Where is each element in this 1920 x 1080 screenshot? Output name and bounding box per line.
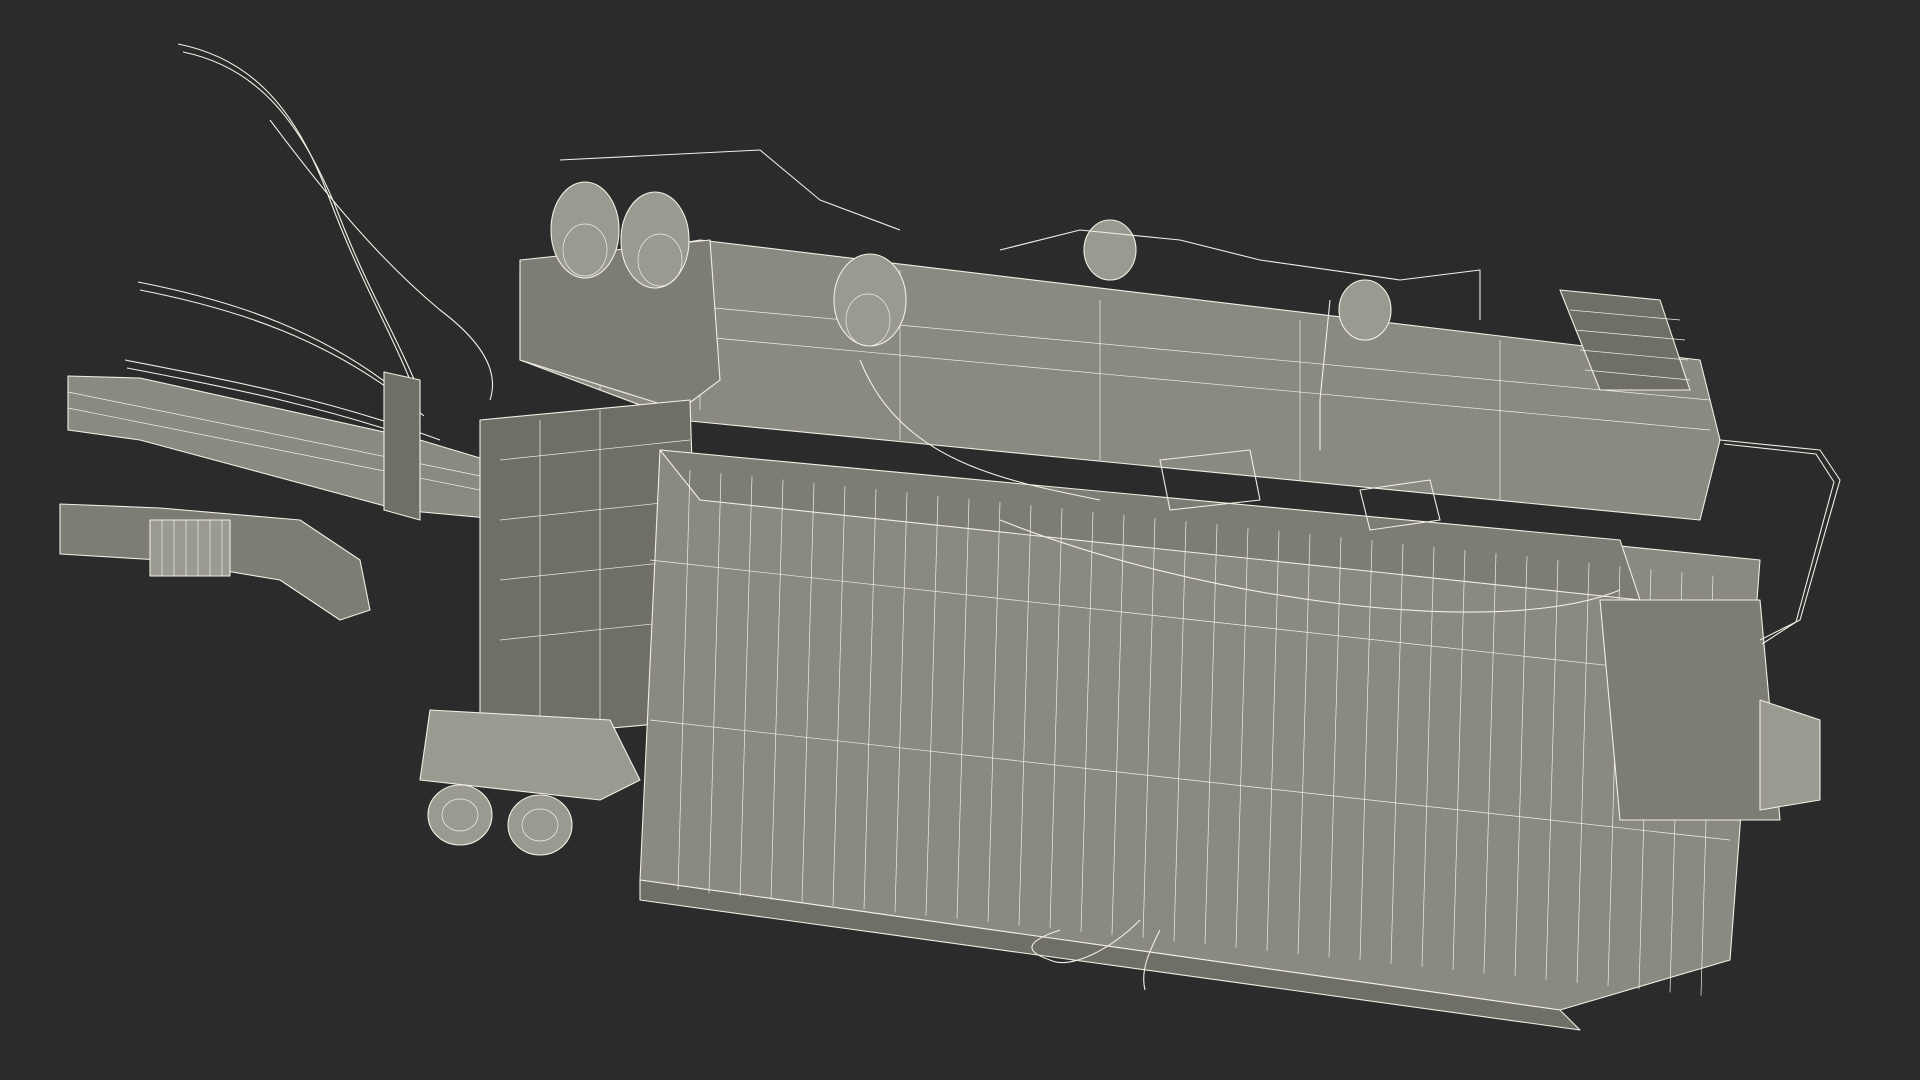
wireframe-model [59, 43, 1841, 1031]
battery-stack [639, 449, 1761, 1031]
render-viewport [0, 0, 1920, 1080]
canisters-bottom [427, 784, 573, 856]
bellows-coupling [149, 519, 231, 577]
left-shaft-assembly [59, 371, 521, 621]
